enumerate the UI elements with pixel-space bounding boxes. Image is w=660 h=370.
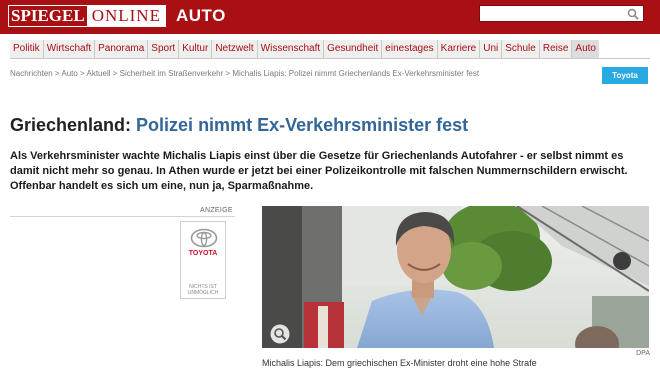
nav-divider [10, 58, 650, 59]
section-title[interactable]: AUTO [176, 6, 226, 26]
nav-item-politik[interactable]: Politik [10, 40, 43, 58]
nav-item-wirtschaft[interactable]: Wirtschaft [42, 40, 95, 58]
headline-title: Polizei nimmt Ex-Verkehrsminister fest [136, 115, 469, 135]
headline-kicker: Griechenland: [10, 115, 132, 135]
site-logo[interactable]: SPIEGEL ONLINE AUTO [8, 5, 226, 27]
toyota-ad[interactable]: TOYOTA NICHTS IST UNMÖGLICH [180, 221, 226, 299]
nav-item-netzwelt[interactable]: Netzwelt [211, 40, 257, 58]
article-headline: Griechenland: Polizei nimmt Ex-Verkehrsm… [10, 115, 468, 136]
search-icon[interactable] [627, 8, 639, 20]
breadcrumb[interactable]: Nachrichten > Auto > Aktuell > Sicherhei… [10, 69, 479, 78]
nav-item-karriere[interactable]: Karriere [436, 40, 480, 58]
main-nav: Politik Wirtschaft Panorama Sport Kultur… [10, 40, 599, 58]
nav-item-kultur[interactable]: Kultur [178, 40, 212, 58]
ad-slogan: NICHTS IST UNMÖGLICH [181, 284, 225, 296]
article-intro: Als Verkehrsminister wachte Michalis Lia… [10, 150, 628, 192]
photo-image [262, 206, 649, 348]
nav-item-reise[interactable]: Reise [538, 40, 572, 58]
ad-slogan-line2: UNMÖGLICH [187, 290, 219, 296]
nav-item-sport[interactable]: Sport [147, 40, 179, 58]
logo-online-text: ONLINE [86, 5, 166, 27]
nav-item-schule[interactable]: Schule [501, 40, 539, 58]
photo-credit: DPA [636, 350, 650, 357]
nav-item-wissenschaft[interactable]: Wissenschaft [256, 40, 324, 58]
site-header: SPIEGEL ONLINE AUTO [0, 0, 660, 34]
logo-spiegel-text: SPIEGEL [8, 5, 87, 27]
nav-item-gesundheit[interactable]: Gesundheit [323, 40, 382, 58]
ad-divider [10, 216, 235, 217]
nav-item-auto[interactable]: Auto [571, 40, 599, 58]
search-input[interactable] [479, 5, 644, 22]
nav-item-einestages[interactable]: einestages [381, 40, 437, 58]
ad-label: ANZEIGE [200, 207, 233, 214]
zoom-icon[interactable] [270, 324, 290, 344]
nav-item-uni[interactable]: Uni [479, 40, 502, 58]
toyota-emblem [190, 228, 218, 248]
article-photo[interactable] [262, 206, 649, 348]
toyota-sponsor-button[interactable]: Toyota [602, 67, 648, 84]
nav-item-panorama[interactable]: Panorama [94, 40, 148, 58]
ad-brand: TOYOTA [188, 250, 218, 257]
photo-caption: Michalis Liapis: Dem griechischen Ex-Min… [262, 358, 537, 368]
